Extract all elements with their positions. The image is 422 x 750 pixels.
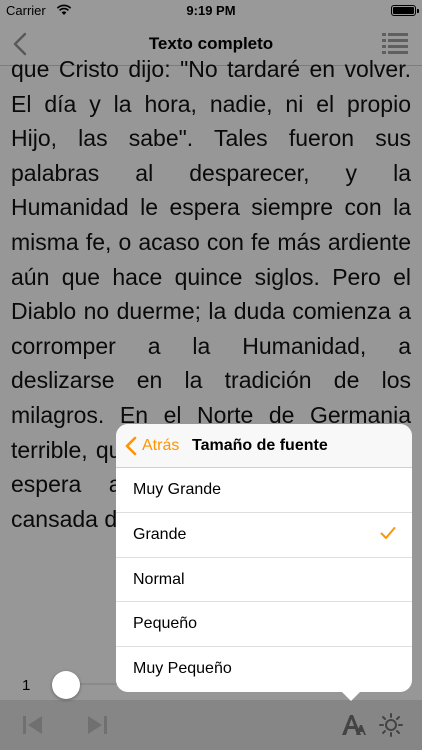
checkmark-icon — [380, 526, 396, 539]
font-option-muy-grande[interactable]: Muy Grande — [116, 468, 412, 513]
popover-header: Atrás Tamaño de fuente — [116, 424, 412, 468]
slider-knob[interactable] — [52, 671, 80, 699]
popover-title: Tamaño de fuente — [192, 437, 328, 454]
popover-back-label: Atrás — [142, 437, 180, 454]
option-label: Normal — [133, 570, 185, 588]
option-label: Grande — [133, 525, 187, 543]
popover-back-button[interactable]: Atrás — [124, 435, 179, 457]
slider-value-label: 1 — [22, 677, 31, 694]
font-option-muy-pequeno[interactable]: Muy Pequeño — [116, 647, 412, 692]
font-size-popover: Atrás Tamaño de fuente Muy Grande Grande… — [116, 424, 412, 692]
option-label: Pequeño — [133, 615, 198, 633]
font-option-normal[interactable]: Normal — [116, 558, 412, 603]
option-label: Muy Grande — [133, 481, 222, 498]
back-chevron-icon — [125, 436, 137, 456]
option-label: Muy Pequeño — [133, 660, 232, 678]
font-option-pequeno[interactable]: Pequeño — [116, 602, 412, 648]
font-option-grande[interactable]: Grande — [116, 513, 412, 558]
popover-arrow — [340, 690, 362, 701]
